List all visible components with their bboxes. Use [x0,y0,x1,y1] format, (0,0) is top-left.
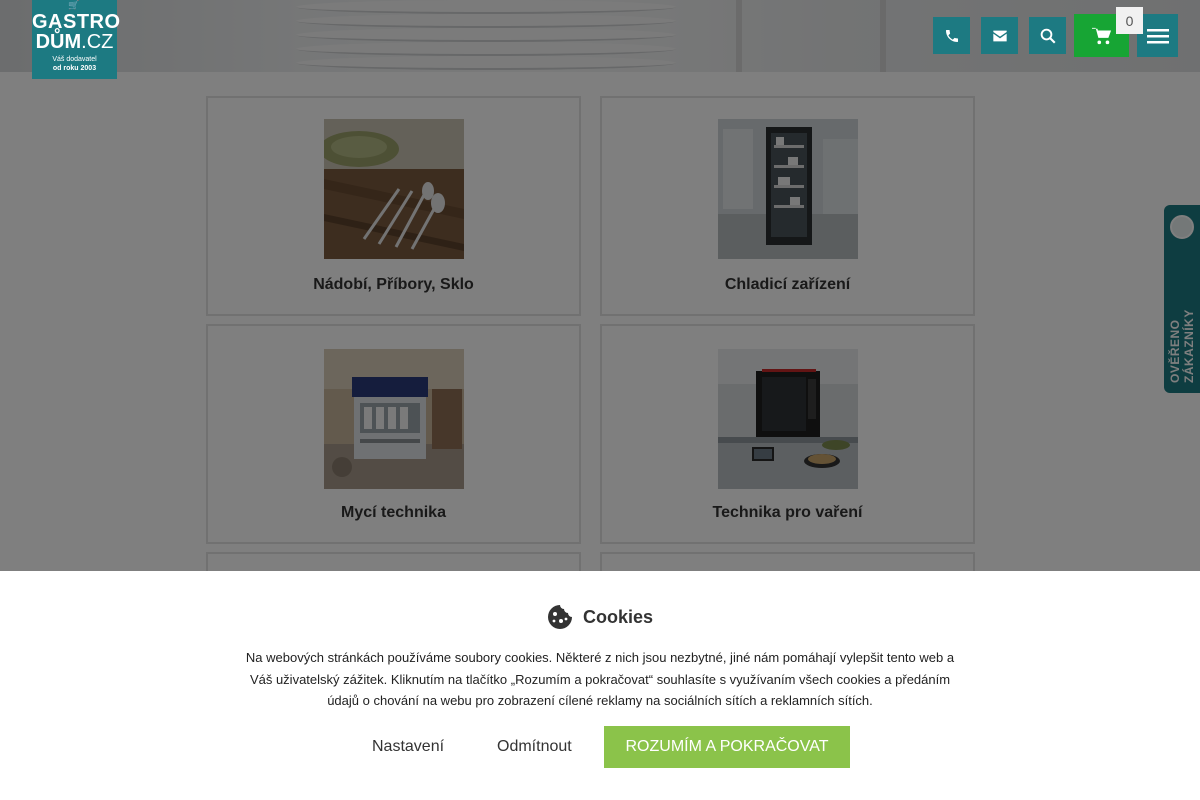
search-button[interactable] [1029,17,1066,54]
cookie-title-text: Cookies [582,606,654,627]
cart-count-badge: 0 [1116,7,1143,34]
logo-line2: DŮM.CZ [35,31,114,53]
phone-button[interactable] [933,17,970,54]
cookie-accept-button[interactable]: ROZUMÍM A POKRAČOVAT [604,726,850,768]
site-logo[interactable]: 🛒 GASTRO DŮM.CZ Váš dodavatel od roku 20… [32,0,120,79]
cookie-title: Cookies [0,604,1200,630]
logo-tagline: Váš dodavatel [52,56,97,63]
cookie-consent-panel: Cookies Na webových stránkách používáme … [0,571,1200,800]
logo-tagline-year: od roku 2003 [52,65,97,72]
envelope-icon [992,30,1007,41]
menu-button[interactable] [1137,14,1178,57]
search-icon [1040,28,1055,43]
cookie-text: Na webových stránkách používáme soubory … [245,650,955,708]
cookie-decline-button[interactable]: Odmítnout [497,738,572,756]
email-button[interactable] [981,17,1018,54]
cookie-buttons: Nastavení Odmítnout ROZUMÍM A POKRAČOVAT [0,726,1200,768]
phone-icon [945,29,958,42]
cookie-icon [547,605,572,629]
cookie-settings-button[interactable]: Nastavení [372,738,444,756]
logo-cart-icon: 🛒 [68,0,80,10]
cart-icon [1091,27,1111,44]
hamburger-icon [1146,28,1169,43]
